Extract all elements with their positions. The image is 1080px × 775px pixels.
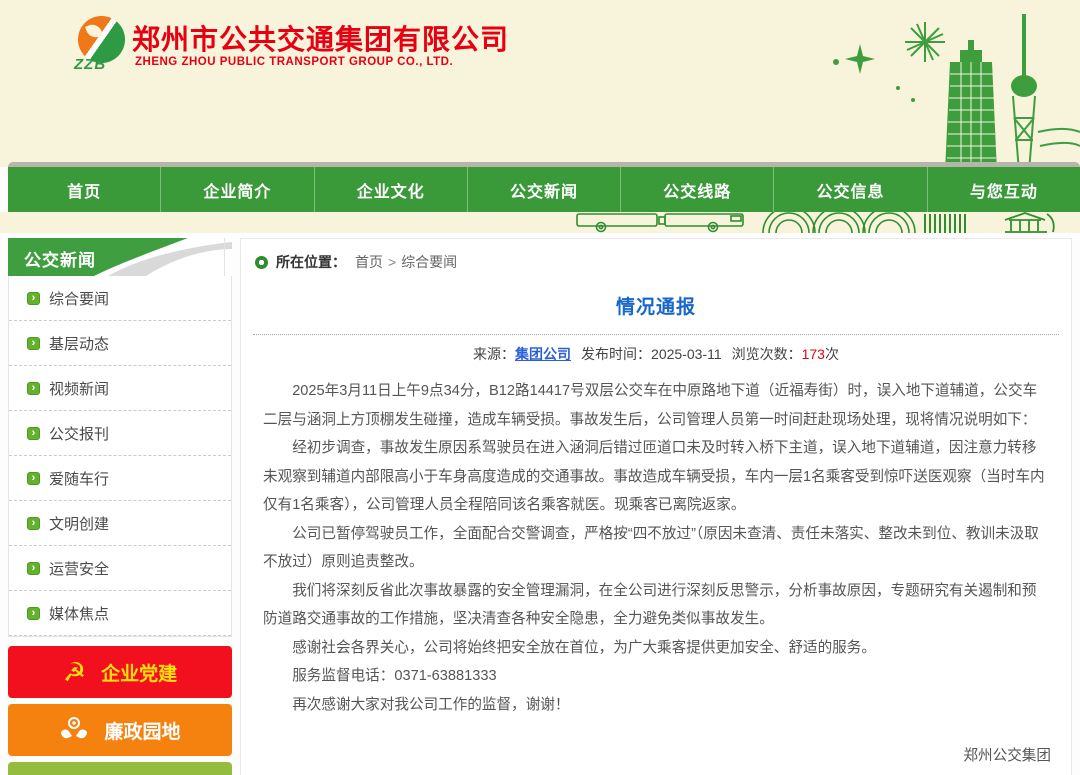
sidebar-item-label: 基层动态	[49, 333, 109, 354]
integrity-garden-button[interactable]: 廉政园地	[8, 704, 232, 756]
party-building-button[interactable]: ☭ 企业党建	[8, 646, 232, 698]
source-link[interactable]: 集团公司	[515, 346, 571, 362]
sidebar-item-yunying-anquan[interactable]: › 运营安全	[9, 546, 231, 591]
integrity-garden-label: 廉政园地	[104, 717, 180, 744]
sidebar-menu: › 综合要闻 › 基层动态 › 视频新闻 › 公交报刊 › 爱随车行 › 文明创…	[8, 276, 232, 637]
paragraph: 感谢社会各界关心，公司将始终把安全放在首位，为广大乘客提供更加安全、舒适的服务。	[263, 634, 1049, 663]
sidebar-item-label: 运营安全	[49, 558, 109, 579]
partially-hidden-button[interactable]	[8, 762, 232, 775]
arrow-bullet-icon: ›	[27, 562, 40, 575]
party-building-label: 企业党建	[101, 659, 177, 686]
signature-org: 郑州公交集团	[241, 741, 1051, 771]
tv-tower-icon	[1011, 14, 1080, 172]
article-body: 2025年3月11日上午9点34分，B12路14417号双层公交车在中原路地下道…	[241, 375, 1071, 719]
sidebar-item-label: 视频新闻	[49, 378, 109, 399]
nav-item-home[interactable]: 首页	[8, 167, 161, 212]
sidebar-item-zonghe-yaowen[interactable]: › 综合要闻	[9, 276, 231, 321]
source-label: 来源：	[473, 346, 515, 362]
sidebar-item-label: 公交报刊	[49, 423, 109, 444]
sidebar-item-shipin-xinwen[interactable]: › 视频新闻	[9, 366, 231, 411]
sidebar-header: 公交新闻	[8, 238, 232, 276]
sidebar-item-label: 媒体焦点	[49, 603, 109, 624]
firework-icon	[905, 22, 945, 62]
arrow-bullet-icon: ›	[27, 337, 40, 350]
decor-strip	[0, 212, 1080, 233]
sparkle-icon	[833, 44, 915, 102]
company-name-en: ZHENG ZHOU PUBLIC TRANSPORT GROUP CO., L…	[135, 56, 453, 68]
paragraph: 服务监督电话：0371-63881333	[263, 662, 1049, 691]
article-signature: 郑州公交集团 2025年3月11日	[241, 741, 1071, 775]
breadcrumb-separator: >	[388, 254, 396, 270]
paragraph: 再次感谢大家对我公司工作的监督，谢谢！	[263, 691, 1049, 720]
arrow-bullet-icon: ›	[27, 472, 40, 485]
sidebar: 公交新闻 › 综合要闻 › 基层动态 › 视频新闻 › 公交报刊 › 爱随车行	[8, 238, 232, 775]
sidebar-item-wenming-chuangjian[interactable]: › 文明创建	[9, 501, 231, 546]
article-title: 情况通报	[241, 292, 1071, 319]
arrow-bullet-icon: ›	[27, 517, 40, 530]
pavilion-icon	[1005, 213, 1054, 232]
logo-abbr: ZZB	[74, 56, 106, 73]
nav-item-bus-news[interactable]: 公交新闻	[468, 167, 621, 212]
publish-time: 2025-03-11	[651, 346, 722, 362]
sidebar-item-label: 文明创建	[49, 513, 109, 534]
paragraph: 我们将深刻反省此次事故暴露的安全管理漏洞，在全公司进行深刻反思警示，分析事故原因…	[263, 577, 1049, 634]
party-emblem-icon: ☭	[63, 659, 86, 685]
sidebar-item-aisui-chexing[interactable]: › 爱随车行	[9, 456, 231, 501]
breadcrumb-label: 所在位置：	[276, 252, 346, 272]
views-count: 173	[802, 346, 825, 362]
bus-art-icon	[573, 212, 1078, 233]
site-header: ZZB 郑州市公共交通集团有限公司 ZHENG ZHOU PUBLIC TRAN…	[0, 0, 1080, 167]
breadcrumb: 所在位置： 首页 > 综合要闻	[241, 239, 1071, 278]
sidebar-item-label: 爱随车行	[49, 468, 109, 489]
views-label: 浏览次数：	[732, 346, 802, 362]
arrow-bullet-icon: ›	[27, 427, 40, 440]
breadcrumb-current-link[interactable]: 综合要闻	[401, 252, 457, 272]
article-meta: 来源：集团公司发布时间：2025-03-11 浏览次数：173次	[241, 335, 1071, 375]
nav-item-bus-info[interactable]: 公交信息	[774, 167, 927, 212]
nav-item-company-profile[interactable]: 企业简介	[161, 167, 314, 212]
company-name-cn: 郑州市公共交通集团有限公司	[132, 18, 509, 58]
paragraph: 2025年3月11日上午9点34分，B12路14417号双层公交车在中原路地下道…	[263, 377, 1049, 434]
breadcrumb-marker-icon	[255, 256, 268, 269]
page: ZZB 郑州市公共交通集团有限公司 ZHENG ZHOU PUBLIC TRAN…	[0, 0, 1080, 775]
nav-item-interact[interactable]: 与您互动	[928, 167, 1080, 212]
nav-item-corporate-culture[interactable]: 企业文化	[315, 167, 468, 212]
company-logo[interactable]: ZZB 郑州市公共交通集团有限公司 ZHENG ZHOU PUBLIC TRAN…	[78, 16, 498, 86]
arrow-bullet-icon: ›	[27, 607, 40, 620]
arrow-bullet-icon: ›	[27, 292, 40, 305]
paragraph: 经初步调查，事故发生原因系驾驶员在进入涵洞后错过匝道口未及时转入桥下主道，误入地…	[263, 434, 1049, 520]
publish-time-label: 发布时间：	[581, 346, 651, 362]
skyscraper-icon	[945, 40, 997, 172]
hands-holding-icon	[59, 716, 89, 744]
breadcrumb-home-link[interactable]: 首页	[355, 252, 383, 272]
views-suffix: 次	[825, 346, 839, 362]
main-area: 公交新闻 › 综合要闻 › 基层动态 › 视频新闻 › 公交报刊 › 爱随车行	[0, 233, 1080, 775]
signature-date: 2025年3月11日	[241, 771, 1051, 775]
article-panel: 所在位置： 首页 > 综合要闻 情况通报 来源：集团公司发布时间：2025-03…	[240, 238, 1072, 775]
sidebar-title: 公交新闻	[24, 246, 96, 271]
paragraph: 公司已暂停驾驶员工作，全面配合交警调查，严格按“四不放过”（原因未查清、责任未落…	[263, 520, 1049, 577]
sidebar-item-gongjiao-baokan[interactable]: › 公交报刊	[9, 411, 231, 456]
arrow-bullet-icon: ›	[27, 382, 40, 395]
main-nav: 首页 企业简介 企业文化 公交新闻 公交线路 公交信息 与您互动	[8, 167, 1080, 212]
sidebar-item-label: 综合要闻	[49, 288, 109, 309]
leaf-icon	[85, 22, 103, 40]
nav-item-bus-lines[interactable]: 公交线路	[621, 167, 774, 212]
sidebar-item-meiti-jiaodian[interactable]: › 媒体焦点	[9, 591, 231, 636]
sidebar-item-jiceng-dongtai[interactable]: › 基层动态	[9, 321, 231, 366]
